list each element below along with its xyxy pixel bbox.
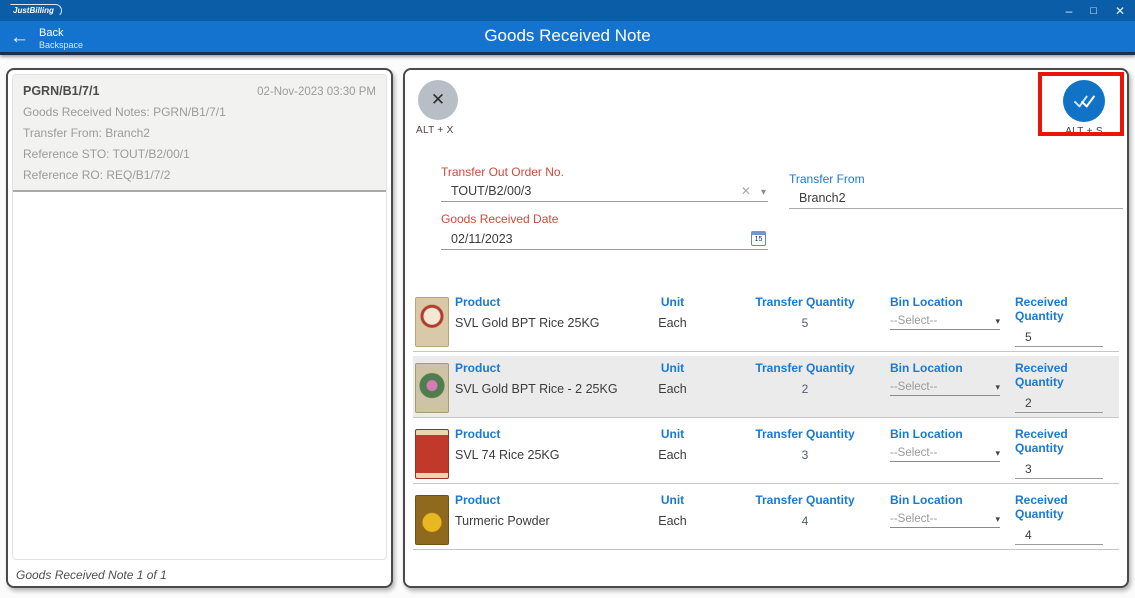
unit-value: Each: [625, 448, 720, 462]
column-header-product: Product: [455, 361, 625, 375]
column-header-product: Product: [455, 295, 625, 309]
bin-location-value: --Select--: [890, 447, 995, 459]
save-shortcut-label: ALT + S: [1056, 126, 1112, 137]
received-quantity-input[interactable]: 3: [1015, 462, 1103, 479]
bin-location-select[interactable]: --Select-- ▾: [890, 315, 1000, 330]
product-thumbnail: [415, 429, 449, 479]
goods-received-date-label: Goods Received Date: [441, 212, 768, 226]
transfer-quantity-value: 3: [720, 448, 890, 462]
column-header-bin-location: Bin Location: [890, 295, 1015, 309]
product-name: SVL 74 Rice 25KG: [455, 448, 625, 462]
titlebar: JustBilling – □ ✕: [0, 0, 1135, 21]
note-list: PGRN/B1/7/1 02-Nov-2023 03:30 PM Goods R…: [12, 74, 387, 560]
column-header-bin-location: Bin Location: [890, 493, 1015, 507]
received-quantity-input[interactable]: 5: [1015, 330, 1103, 347]
bin-location-select[interactable]: --Select-- ▾: [890, 381, 1000, 396]
save-button[interactable]: [1063, 80, 1105, 122]
note-detail-line: Goods Received Notes: PGRN/B1/7/1: [23, 105, 376, 119]
note-list-panel: PGRN/B1/7/1 02-Nov-2023 03:30 PM Goods R…: [6, 68, 393, 588]
note-detail-line: Reference RO: REQ/B1/7/2: [23, 168, 376, 182]
column-header-unit: Unit: [625, 361, 720, 375]
chevron-down-icon[interactable]: ▾: [761, 187, 766, 198]
minimize-button[interactable]: –: [1066, 4, 1073, 18]
page-header: ← Back Backspace Goods Received Note: [0, 21, 1135, 55]
bin-location-value: --Select--: [890, 381, 995, 393]
goods-received-date-field[interactable]: 02/11/2023 15: [441, 229, 768, 250]
column-header-received-quantity: Received Quantity: [1015, 427, 1115, 455]
product-rows: Product SVL Gold BPT Rice 25KG Unit Each…: [413, 290, 1119, 554]
column-header-transfer-quantity: Transfer Quantity: [720, 427, 890, 441]
column-header-transfer-quantity: Transfer Quantity: [720, 361, 890, 375]
received-quantity-input[interactable]: 4: [1015, 528, 1103, 545]
transfer-out-order-label: Transfer Out Order No.: [441, 165, 768, 179]
unit-value: Each: [625, 316, 720, 330]
transfer-from-label: Transfer From: [789, 172, 1123, 186]
note-id: PGRN/B1/7/1: [23, 84, 99, 98]
note-list-item[interactable]: PGRN/B1/7/1 02-Nov-2023 03:30 PM Goods R…: [13, 75, 386, 192]
bin-location-select[interactable]: --Select-- ▾: [890, 513, 1000, 528]
unit-value: Each: [625, 382, 720, 396]
transfer-quantity-value: 4: [720, 514, 890, 528]
column-header-received-quantity: Received Quantity: [1015, 493, 1115, 521]
column-header-unit: Unit: [625, 493, 720, 507]
product-name: Turmeric Powder: [455, 514, 625, 528]
transfer-quantity-value: 5: [720, 316, 890, 330]
app-logo: JustBilling: [10, 4, 62, 17]
column-header-unit: Unit: [625, 427, 720, 441]
close-button[interactable]: ✕: [1115, 4, 1125, 18]
pagination-status: Goods Received Note 1 of 1: [16, 568, 167, 582]
page-title: Goods Received Note: [0, 26, 1135, 46]
transfer-out-order-combobox[interactable]: TOUT/B2/00/3 ✕ ▾: [441, 182, 768, 202]
note-detail-line: Transfer From: Branch2: [23, 126, 376, 140]
calendar-icon[interactable]: 15: [751, 231, 766, 246]
dropdown-caret-icon: ▾: [995, 382, 1000, 393]
cancel-shortcut-label: ALT + X: [416, 125, 474, 136]
product-row[interactable]: Product SVL Gold BPT Rice 25KG Unit Each…: [413, 290, 1119, 352]
note-detail-line: Reference STO: TOUT/B2/00/1: [23, 147, 376, 161]
product-row[interactable]: Product Turmeric Powder Unit Each Transf…: [413, 488, 1119, 550]
double-check-icon: [1073, 92, 1095, 110]
maximize-button[interactable]: □: [1090, 4, 1097, 18]
product-name: SVL Gold BPT Rice 25KG: [455, 316, 625, 330]
product-thumbnail: [415, 297, 449, 347]
transfer-from-field: Branch2: [789, 189, 1123, 209]
dropdown-caret-icon: ▾: [995, 514, 1000, 525]
clear-icon[interactable]: ✕: [741, 184, 751, 198]
transfer-out-order-value: TOUT/B2/00/3: [451, 184, 741, 198]
column-header-product: Product: [455, 427, 625, 441]
product-row[interactable]: Product SVL 74 Rice 25KG Unit Each Trans…: [413, 422, 1119, 484]
bin-location-select[interactable]: --Select-- ▾: [890, 447, 1000, 462]
bin-location-value: --Select--: [890, 513, 995, 525]
cancel-button[interactable]: ✕: [418, 80, 458, 120]
transfer-quantity-value: 2: [720, 382, 890, 396]
close-icon: ✕: [431, 90, 445, 110]
dropdown-caret-icon: ▾: [995, 316, 1000, 327]
dropdown-caret-icon: ▾: [995, 448, 1000, 459]
received-quantity-input[interactable]: 2: [1015, 396, 1103, 413]
column-header-bin-location: Bin Location: [890, 361, 1015, 375]
transfer-from-value: Branch2: [799, 191, 1121, 205]
product-thumbnail: [415, 495, 449, 545]
note-timestamp: 02-Nov-2023 03:30 PM: [257, 86, 376, 98]
goods-received-date-value: 02/11/2023: [451, 232, 751, 246]
column-header-received-quantity: Received Quantity: [1015, 295, 1115, 323]
bin-location-value: --Select--: [890, 315, 995, 327]
product-name: SVL Gold BPT Rice - 2 25KG: [455, 382, 625, 396]
column-header-received-quantity: Received Quantity: [1015, 361, 1115, 389]
column-header-transfer-quantity: Transfer Quantity: [720, 493, 890, 507]
column-header-product: Product: [455, 493, 625, 507]
column-header-bin-location: Bin Location: [890, 427, 1015, 441]
unit-value: Each: [625, 514, 720, 528]
product-thumbnail: [415, 363, 449, 413]
column-header-transfer-quantity: Transfer Quantity: [720, 295, 890, 309]
product-row[interactable]: Product SVL Gold BPT Rice - 2 25KG Unit …: [413, 356, 1119, 418]
grn-detail-panel: ✕ ALT + X ALT + S Transfer Out Order No.…: [403, 68, 1129, 588]
column-header-unit: Unit: [625, 295, 720, 309]
